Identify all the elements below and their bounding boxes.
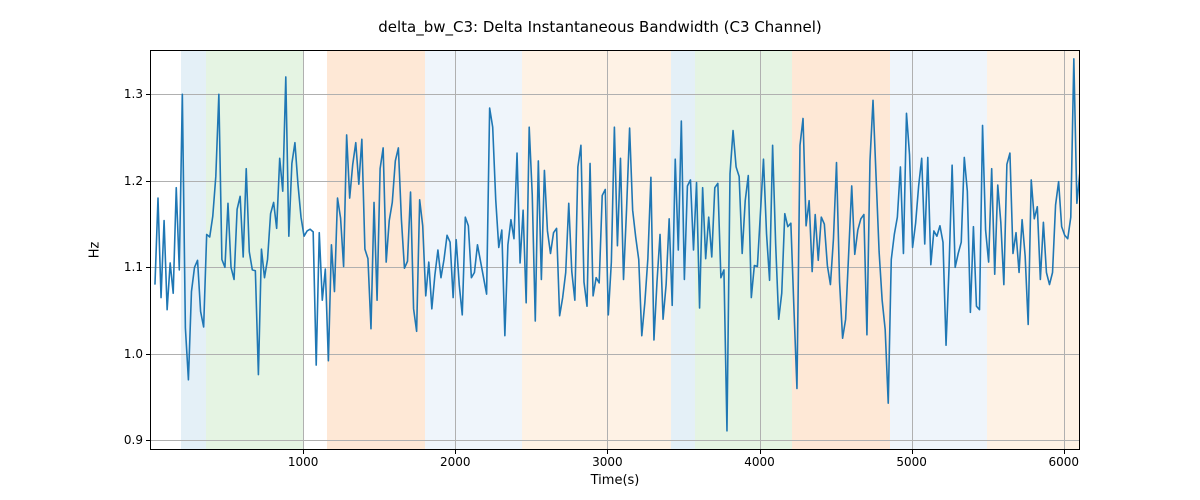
y-tick-label: 1.2	[124, 174, 151, 188]
figure: delta_bw_C3: Delta Instantaneous Bandwid…	[0, 0, 1200, 500]
y-tick-label: 1.3	[124, 87, 151, 101]
chart-title: delta_bw_C3: Delta Instantaneous Bandwid…	[0, 18, 1200, 36]
y-axis-label: Hz	[88, 242, 103, 259]
x-axis-label: Time(s)	[591, 449, 640, 488]
y-tick-label: 0.9	[124, 433, 151, 447]
line-series-svg	[151, 51, 1079, 449]
x-tick-label: 4000	[744, 449, 775, 469]
x-tick-label: 5000	[896, 449, 927, 469]
axes: 100020003000400050006000 0.91.01.11.21.3…	[150, 50, 1080, 450]
plot-area	[151, 51, 1079, 449]
y-tick-label: 1.0	[124, 347, 151, 361]
x-tick-label: 6000	[1049, 449, 1080, 469]
y-tick-label: 1.1	[124, 260, 151, 274]
series-line	[155, 59, 1079, 431]
x-tick-label: 2000	[440, 449, 471, 469]
x-tick-label: 1000	[288, 449, 319, 469]
